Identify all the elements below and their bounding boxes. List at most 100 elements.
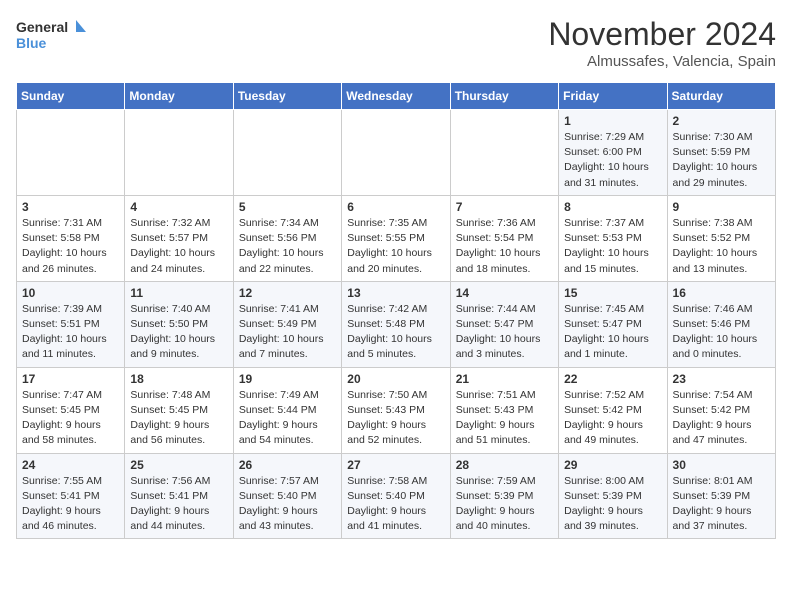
day-number: 27 <box>347 458 444 472</box>
calendar-table: SundayMondayTuesdayWednesdayThursdayFrid… <box>16 82 776 539</box>
day-detail: Sunrise: 7:36 AMSunset: 5:54 PMDaylight:… <box>456 216 553 277</box>
calendar-cell: 3 Sunrise: 7:31 AMSunset: 5:58 PMDaylight… <box>17 195 125 281</box>
weekday-header: Friday <box>559 83 667 110</box>
day-number: 4 <box>130 200 227 214</box>
day-detail: Sunrise: 7:44 AMSunset: 5:47 PMDaylight:… <box>456 302 553 363</box>
calendar-cell <box>450 110 558 196</box>
calendar-cell <box>17 110 125 196</box>
weekday-header: Wednesday <box>342 83 450 110</box>
day-number: 6 <box>347 200 444 214</box>
day-number: 2 <box>673 114 770 128</box>
day-detail: Sunrise: 7:49 AMSunset: 5:44 PMDaylight:… <box>239 388 336 449</box>
day-detail: Sunrise: 7:41 AMSunset: 5:49 PMDaylight:… <box>239 302 336 363</box>
day-detail: Sunrise: 7:57 AMSunset: 5:40 PMDaylight:… <box>239 474 336 535</box>
day-number: 18 <box>130 372 227 386</box>
weekday-header-row: SundayMondayTuesdayWednesdayThursdayFrid… <box>17 83 776 110</box>
weekday-header: Monday <box>125 83 233 110</box>
day-detail: Sunrise: 7:48 AMSunset: 5:45 PMDaylight:… <box>130 388 227 449</box>
day-number: 30 <box>673 458 770 472</box>
weekday-header: Tuesday <box>233 83 341 110</box>
calendar-cell: 4Sunrise: 7:32 AMSunset: 5:57 PMDaylight… <box>125 195 233 281</box>
day-detail: Sunrise: 7:35 AMSunset: 5:55 PMDaylight:… <box>347 216 444 277</box>
calendar-week-row: 1 Sunrise: 7:29 AMSunset: 6:00 PMDaylight… <box>17 110 776 196</box>
calendar-cell: 22 Sunrise: 7:52 AMSunset: 5:42 PMDayligh… <box>559 367 667 453</box>
calendar-cell <box>125 110 233 196</box>
calendar-cell: 29Sunrise: 8:00 AMSunset: 5:39 PMDayligh… <box>559 453 667 539</box>
location-title: Almussafes, Valencia, Spain <box>548 53 776 70</box>
weekday-header: Sunday <box>17 83 125 110</box>
calendar-cell: 25 Sunrise: 7:56 AMSunset: 5:41 PMDayligh… <box>125 453 233 539</box>
day-detail: Sunrise: 7:37 AMSunset: 5:53 PMDaylight:… <box>564 216 661 277</box>
title-area: November 2024 Almussafes, Valencia, Spai… <box>548 16 776 70</box>
day-detail: Sunrise: 8:00 AMSunset: 5:39 PMDaylight:… <box>564 474 661 535</box>
calendar-week-row: 24Sunrise: 7:55 AMSunset: 5:41 PMDayligh… <box>17 453 776 539</box>
day-detail: Sunrise: 7:38 AMSunset: 5:52 PMDaylight:… <box>673 216 770 277</box>
day-number: 9 <box>673 200 770 214</box>
day-number: 5 <box>239 200 336 214</box>
day-number: 8 <box>564 200 661 214</box>
day-detail: Sunrise: 7:58 AMSunset: 5:40 PMDaylight:… <box>347 474 444 535</box>
day-detail: Sunrise: 7:52 AMSunset: 5:42 PMDaylight:… <box>564 388 661 449</box>
day-detail: Sunrise: 8:01 AMSunset: 5:39 PMDaylight:… <box>673 474 770 535</box>
day-number: 22 <box>564 372 661 386</box>
day-number: 28 <box>456 458 553 472</box>
calendar-cell <box>342 110 450 196</box>
calendar-cell: 14 Sunrise: 7:44 AMSunset: 5:47 PMDayligh… <box>450 281 558 367</box>
calendar-week-row: 17 Sunrise: 7:47 AMSunset: 5:45 PMDayligh… <box>17 367 776 453</box>
calendar-week-row: 10 Sunrise: 7:39 AMSunset: 5:51 PMDayligh… <box>17 281 776 367</box>
day-number: 14 <box>456 286 553 300</box>
day-number: 13 <box>347 286 444 300</box>
day-detail: Sunrise: 7:55 AMSunset: 5:41 PMDaylight:… <box>22 474 119 535</box>
day-detail: Sunrise: 7:31 AMSunset: 5:58 PMDaylight:… <box>22 216 119 277</box>
calendar-cell: 24Sunrise: 7:55 AMSunset: 5:41 PMDayligh… <box>17 453 125 539</box>
day-number: 23 <box>673 372 770 386</box>
day-number: 7 <box>456 200 553 214</box>
weekday-header: Thursday <box>450 83 558 110</box>
calendar-cell: 9 Sunrise: 7:38 AMSunset: 5:52 PMDaylight… <box>667 195 775 281</box>
calendar-cell: 2 Sunrise: 7:30 AMSunset: 5:59 PMDaylight… <box>667 110 775 196</box>
day-number: 19 <box>239 372 336 386</box>
day-detail: Sunrise: 7:40 AMSunset: 5:50 PMDaylight:… <box>130 302 227 363</box>
calendar-cell: 10 Sunrise: 7:39 AMSunset: 5:51 PMDayligh… <box>17 281 125 367</box>
calendar-cell: 12 Sunrise: 7:41 AMSunset: 5:49 PMDayligh… <box>233 281 341 367</box>
calendar-cell: 30 Sunrise: 8:01 AMSunset: 5:39 PMDayligh… <box>667 453 775 539</box>
day-detail: Sunrise: 7:47 AMSunset: 5:45 PMDaylight:… <box>22 388 119 449</box>
logo: General Blue <box>16 16 86 54</box>
day-number: 17 <box>22 372 119 386</box>
day-number: 16 <box>673 286 770 300</box>
day-detail: Sunrise: 7:30 AMSunset: 5:59 PMDaylight:… <box>673 130 770 191</box>
calendar-cell: 1 Sunrise: 7:29 AMSunset: 6:00 PMDaylight… <box>559 110 667 196</box>
calendar-cell: 23Sunrise: 7:54 AMSunset: 5:42 PMDayligh… <box>667 367 775 453</box>
calendar-cell: 20 Sunrise: 7:50 AMSunset: 5:43 PMDayligh… <box>342 367 450 453</box>
svg-text:Blue: Blue <box>16 35 47 51</box>
day-detail: Sunrise: 7:39 AMSunset: 5:51 PMDaylight:… <box>22 302 119 363</box>
day-number: 20 <box>347 372 444 386</box>
weekday-header: Saturday <box>667 83 775 110</box>
day-number: 11 <box>130 286 227 300</box>
calendar-cell: 8 Sunrise: 7:37 AMSunset: 5:53 PMDaylight… <box>559 195 667 281</box>
calendar-cell: 6 Sunrise: 7:35 AMSunset: 5:55 PMDaylight… <box>342 195 450 281</box>
calendar-cell: 11 Sunrise: 7:40 AMSunset: 5:50 PMDayligh… <box>125 281 233 367</box>
day-detail: Sunrise: 7:29 AMSunset: 6:00 PMDaylight:… <box>564 130 661 191</box>
calendar-cell: 13Sunrise: 7:42 AMSunset: 5:48 PMDayligh… <box>342 281 450 367</box>
day-detail: Sunrise: 7:56 AMSunset: 5:41 PMDaylight:… <box>130 474 227 535</box>
month-title: November 2024 <box>548 16 776 53</box>
day-number: 12 <box>239 286 336 300</box>
calendar-cell: 16 Sunrise: 7:46 AMSunset: 5:46 PMDayligh… <box>667 281 775 367</box>
day-detail: Sunrise: 7:59 AMSunset: 5:39 PMDaylight:… <box>456 474 553 535</box>
calendar-cell: 21Sunrise: 7:51 AMSunset: 5:43 PMDayligh… <box>450 367 558 453</box>
day-number: 10 <box>22 286 119 300</box>
day-number: 3 <box>22 200 119 214</box>
calendar-cell: 27 Sunrise: 7:58 AMSunset: 5:40 PMDayligh… <box>342 453 450 539</box>
page-header: General Blue November 2024 Almussafes, V… <box>16 16 776 70</box>
calendar-week-row: 3 Sunrise: 7:31 AMSunset: 5:58 PMDaylight… <box>17 195 776 281</box>
day-detail: Sunrise: 7:50 AMSunset: 5:43 PMDaylight:… <box>347 388 444 449</box>
day-detail: Sunrise: 7:45 AMSunset: 5:47 PMDaylight:… <box>564 302 661 363</box>
day-number: 25 <box>130 458 227 472</box>
calendar-cell: 18 Sunrise: 7:48 AMSunset: 5:45 PMDayligh… <box>125 367 233 453</box>
day-number: 1 <box>564 114 661 128</box>
calendar-cell <box>233 110 341 196</box>
calendar-cell: 15Sunrise: 7:45 AMSunset: 5:47 PMDayligh… <box>559 281 667 367</box>
day-detail: Sunrise: 7:46 AMSunset: 5:46 PMDaylight:… <box>673 302 770 363</box>
day-number: 21 <box>456 372 553 386</box>
